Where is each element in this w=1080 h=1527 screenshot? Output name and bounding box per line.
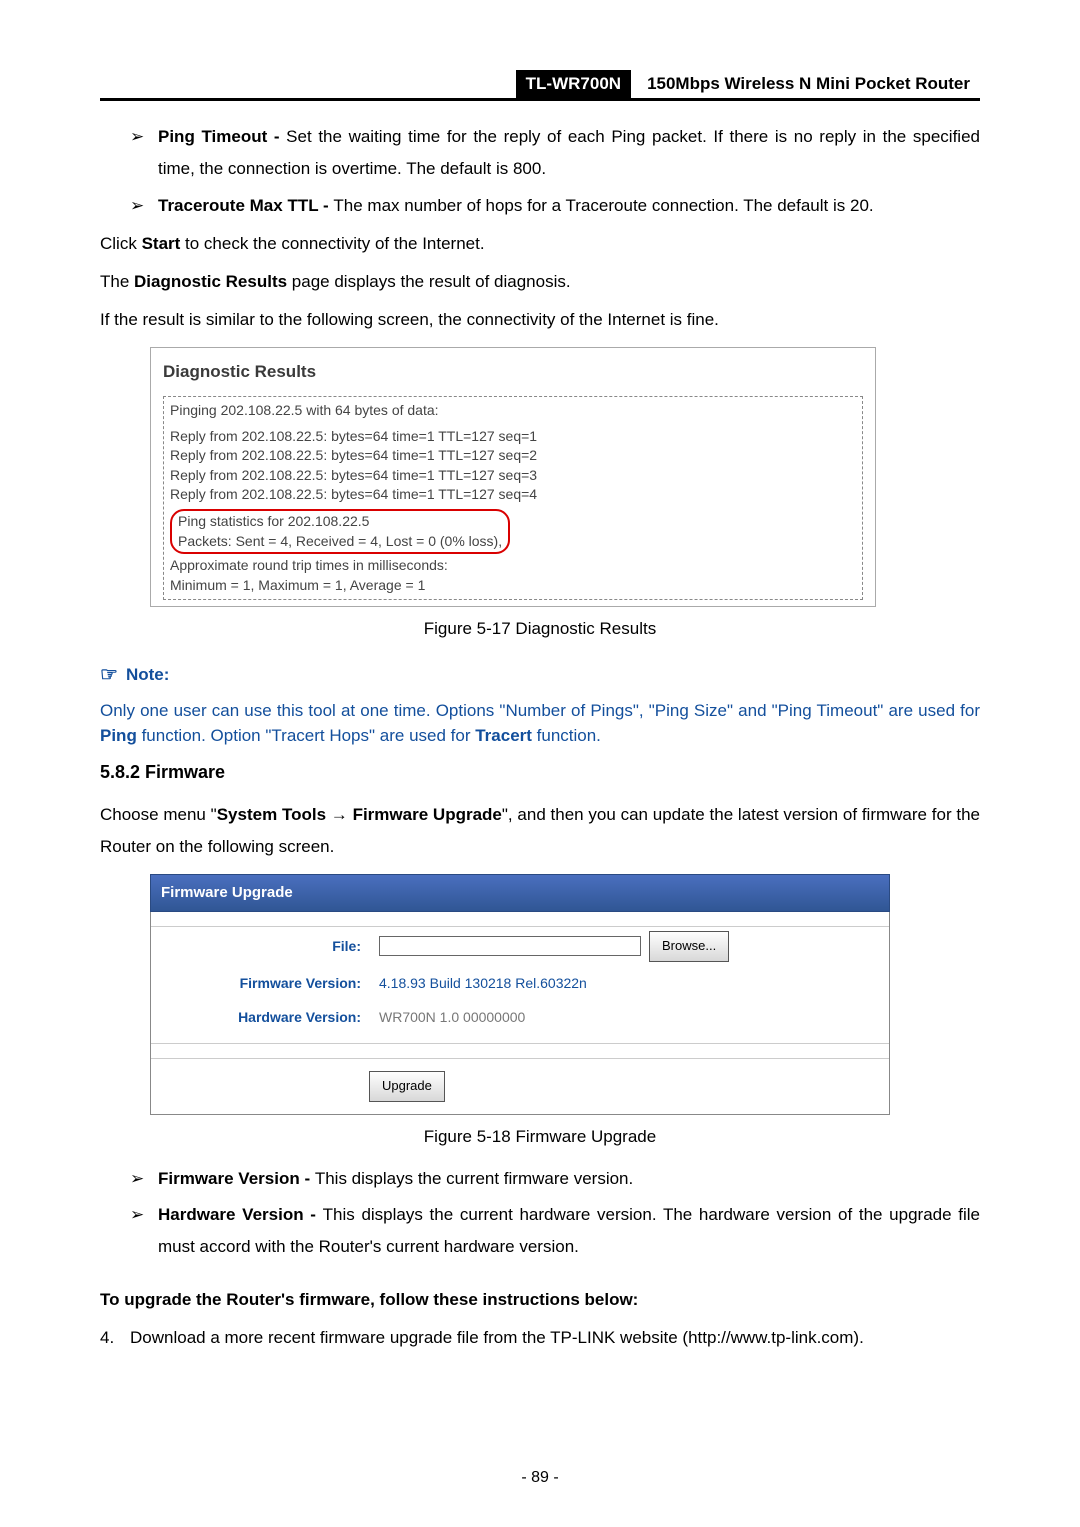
bullet-arrow-icon: ➢ <box>130 121 158 186</box>
bullet-arrow-icon: ➢ <box>130 1163 158 1195</box>
page-number: - 89 - <box>0 1469 1080 1487</box>
browse-button[interactable]: Browse... <box>649 931 729 962</box>
file-label: File: <box>161 933 379 960</box>
firmware-version-value: 4.18.93 Build 130218 Rel.60322n <box>379 970 587 997</box>
section-5-8-2-heading: 5.8.2 Firmware <box>100 755 980 789</box>
bullet-arrow-icon: ➢ <box>130 1199 158 1264</box>
bullet-arrow-icon: ➢ <box>130 190 158 222</box>
ping-reply: Reply from 202.108.22.5: bytes=64 time=1… <box>170 466 856 486</box>
diagnostic-results-title: Diagnostic Results <box>163 356 863 392</box>
ping-line: Pinging 202.108.22.5 with 64 bytes of da… <box>170 401 856 421</box>
diagnostic-results-paragraph: The Diagnostic Results page displays the… <box>100 266 980 298</box>
if-result-paragraph: If the result is similar to the followin… <box>100 304 980 336</box>
click-start-paragraph: Click Start to check the connectivity of… <box>100 228 980 260</box>
file-input[interactable] <box>379 936 641 956</box>
bullet-hardware-version: Hardware Version - This displays the cur… <box>158 1199 980 1264</box>
ping-stats-highlight: Ping statistics for 202.108.22.5 Packets… <box>170 509 510 554</box>
figure-5-17-caption: Figure 5-17 Diagnostic Results <box>100 613 980 645</box>
ping-reply: Reply from 202.108.22.5: bytes=64 time=1… <box>170 427 856 447</box>
step-text: Download a more recent firmware upgrade … <box>130 1322 980 1354</box>
firmware-upgrade-header: Firmware Upgrade <box>150 874 890 913</box>
figure-5-18-caption: Figure 5-18 Firmware Upgrade <box>100 1121 980 1153</box>
firmware-upgrade-figure: Firmware Upgrade File: Browse... Firmwar… <box>150 874 890 1115</box>
ping-approx-line: Approximate round trip times in millisec… <box>170 556 856 576</box>
note-header: ☞ Note: <box>100 656 980 694</box>
pointing-hand-icon: ☞ <box>100 656 118 694</box>
ping-reply: Reply from 202.108.22.5: bytes=64 time=1… <box>170 446 856 466</box>
note-label: Note: <box>126 659 169 691</box>
upgrade-button[interactable]: Upgrade <box>369 1071 445 1102</box>
note-paragraph: Only one user can use this tool at one t… <box>100 698 980 749</box>
diagnostic-results-figure: Diagnostic Results Pinging 202.108.22.5 … <box>150 347 876 608</box>
hardware-version-value: WR700N 1.0 00000000 <box>379 1004 525 1031</box>
bullet-traceroute: Traceroute Max TTL - The max number of h… <box>158 190 980 222</box>
page-header: TL-WR700N 150Mbps Wireless N Mini Pocket… <box>100 70 980 101</box>
bullet-firmware-version: Firmware Version - This displays the cur… <box>158 1163 980 1195</box>
ping-minmax-line: Minimum = 1, Maximum = 1, Average = 1 <box>170 576 856 596</box>
ping-reply: Reply from 202.108.22.5: bytes=64 time=1… <box>170 485 856 505</box>
upgrade-instructions-heading: To upgrade the Router's firmware, follow… <box>100 1284 980 1316</box>
model-number: TL-WR700N <box>516 70 631 98</box>
diagnostic-output-box: Pinging 202.108.22.5 with 64 bytes of da… <box>163 396 863 600</box>
choose-menu-paragraph: Choose menu "System Tools → Firmware Upg… <box>100 799 980 864</box>
step-4-row: 4. Download a more recent firmware upgra… <box>100 1322 980 1354</box>
bullet-ping-timeout: Ping Timeout - Set the waiting time for … <box>158 121 980 186</box>
ping-stats-line: Ping statistics for 202.108.22.5 <box>178 512 502 532</box>
hardware-version-label: Hardware Version: <box>161 1004 379 1031</box>
doc-title: 150Mbps Wireless N Mini Pocket Router <box>631 70 980 98</box>
firmware-version-label: Firmware Version: <box>161 970 379 997</box>
ping-stats-line: Packets: Sent = 4, Received = 4, Lost = … <box>178 532 502 552</box>
step-number: 4. <box>100 1322 130 1354</box>
